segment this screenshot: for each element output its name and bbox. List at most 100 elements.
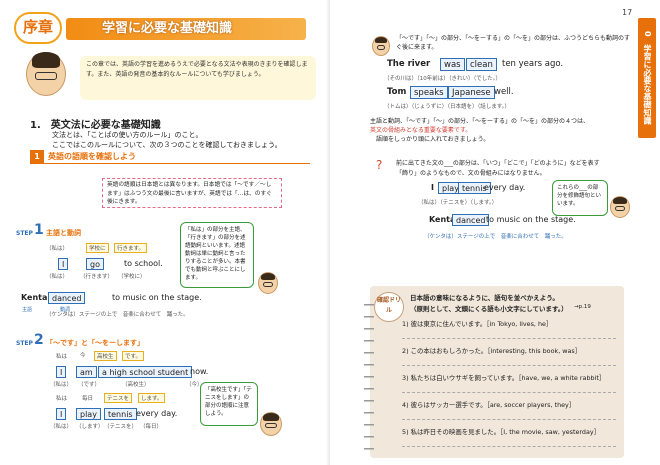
- s2r1-jp-3: 高校生: [94, 351, 117, 361]
- ex1-subject: The river: [387, 59, 431, 69]
- section-line-1: 文法とは、「ことばの使い方のルール」のこと。: [52, 131, 203, 139]
- step-1-title: 主語と動詞: [46, 229, 81, 237]
- note-subject-verb: 「私は」の部分を主語、「行きます」の部分を述語動詞といいます。述語動詞は単に動詞…: [180, 222, 254, 288]
- drill-q5: 5) 私は昨日その映画を見ました。［I, the movie, saw, yes…: [402, 428, 601, 436]
- ex2-verb: speaks: [410, 86, 448, 99]
- s2r1-jp-1: 私は: [56, 354, 68, 360]
- chapter-side-tab: 0 学習に必要な基礎知識: [638, 18, 656, 138]
- ex4-verb: danced: [452, 214, 490, 226]
- ex2-gloss: （トムは）（じょうずに）（日本語を）（話します。）: [384, 104, 510, 110]
- word-order-note: 英語の語順は日本語とは異なります。日本語では「～です／～します」はふつう文の最後…: [102, 178, 282, 208]
- ex1-gloss: （その川は）（10年前は）（きれい）（でした。）: [384, 76, 502, 82]
- bubble-modifier-note: これらの___の部分を修飾語句といいます。: [552, 180, 608, 216]
- ex3-gloss: （私は）（テニスを）（します。）: [418, 200, 498, 206]
- s2r2-jp-3: テニスを: [104, 393, 133, 403]
- s2r1-jp-4: です。: [122, 351, 144, 361]
- chapter-title: 学習に必要な基礎知識: [66, 18, 306, 40]
- step-1-number: 1: [34, 222, 44, 238]
- intro-box: この章では、英語の学習を進めるうえで必要となる文法や表現のきまりを確認します。ま…: [80, 56, 316, 100]
- ex1-rest: ten years ago.: [502, 59, 564, 69]
- label-subject: 主語: [22, 307, 33, 313]
- binder-rings: [364, 296, 374, 456]
- answer-line-5[interactable]: [402, 446, 616, 447]
- chapter-badge: 序章: [14, 12, 62, 44]
- s1-en-subject: I: [58, 258, 69, 270]
- s2r2-gl-1: （私は）: [50, 424, 73, 430]
- s2r2-jp-4: します。: [138, 393, 166, 403]
- girl-avatar-icon: [260, 412, 282, 436]
- ex1-verb: was: [440, 58, 465, 71]
- heading-bar: 1 英語の語順を確認しよう: [30, 150, 310, 164]
- chapter-header: 序章 学習に必要な基礎知識: [14, 12, 306, 44]
- right-p2-line-2: 英文の骨組みとなる重要な要素です。: [370, 127, 472, 134]
- section-line-2: ここではこのルールについて、次の３つのことを確認しておきましょう。: [52, 141, 282, 149]
- s2r1-gl-1: （私は）: [50, 382, 73, 388]
- s2r1-jp-2: 今: [80, 353, 86, 359]
- ex1-complement: clean: [466, 58, 497, 71]
- s2r2-jp-1: 私は: [56, 396, 68, 402]
- step-label: STEP: [16, 230, 33, 237]
- note-word-order: 「高校生です」「テニスをします」の部分の語順に注意しよう。: [200, 382, 258, 426]
- drill-q1: 1) 彼は東京に住んでいます。［in Tokyo, lives, he］: [402, 320, 553, 328]
- page-number: 17: [622, 8, 633, 17]
- drill-q4: 4) 彼らはサッカー選手です。［are, soccer players, the…: [402, 401, 576, 409]
- s2r1-en-4: now.: [190, 367, 209, 376]
- kenta-subject: Kenta: [21, 293, 48, 302]
- kenta-verb: danced: [48, 292, 86, 304]
- s2r2-en-2: play: [76, 408, 101, 420]
- section-title: 1. 英文法に必要な基礎知識: [30, 120, 161, 131]
- s2r2-jp-2: 毎日: [82, 396, 94, 402]
- answer-line-2[interactable]: [402, 365, 616, 366]
- question-intro-line-1: 前に出てきた文の___の部分は、「いつ」「どこで」「どのように」などを表す: [396, 160, 600, 167]
- drill-box: 確認ドリル 日本語の意味になるように、語句を並べかえよう。 （原則として、文頭に…: [364, 286, 624, 458]
- answer-line-4[interactable]: [402, 419, 616, 420]
- teacher-avatar-icon: [26, 52, 66, 96]
- s1-gl-1: （私は）: [46, 274, 69, 280]
- s2r2-gl-4: （毎日）: [140, 424, 163, 430]
- s1-jp-1: （私は）: [46, 246, 69, 252]
- right-intro: 「～です」「～」の部分、「～をーする」の「～を」の部分は、ふつうどちらも動詞のす…: [396, 35, 631, 51]
- ex2-object: Japanese: [448, 86, 495, 99]
- s2r1-en-3: a high school student: [98, 366, 193, 378]
- student-avatar-icon: [258, 272, 278, 294]
- s2r2-gl-3: （テニスを）: [104, 424, 138, 430]
- left-page: 序章 学習に必要な基礎知識 この章では、英語の学習を進めるうえで必要となる文法や…: [0, 0, 330, 465]
- right-p2-line-3: 語順をしっかり頭に入れておきましょう。: [376, 136, 490, 143]
- s2r2-gl-2: （します）: [76, 424, 104, 430]
- drill-q3: 3) 私たちは白いウサギを飼っています。［have, we, a white r…: [402, 374, 606, 382]
- step-2-title: 「～です」と「～をーします」: [46, 339, 144, 347]
- right-p2-line-1: 主語と動詞、「～です」「～」の部分、「～をーする」の「～を」の部分の４つは、: [370, 118, 590, 125]
- s2r1-gl-2: （です）: [78, 382, 101, 388]
- drill-page-ref: →p.19: [574, 304, 591, 310]
- s2r1-en-2: am: [76, 366, 97, 378]
- drill-badge: 確認ドリル: [374, 292, 404, 322]
- s1-gl-3: （学校に）: [118, 274, 146, 280]
- ex2-rest: well.: [494, 87, 514, 97]
- question-intro-line-2: 「飾り」のようなもので、文の骨組みにはなりません。: [396, 170, 546, 177]
- s2r2-en-1: I: [56, 408, 67, 420]
- answer-line-1[interactable]: [402, 338, 616, 339]
- step-2-number: 2: [34, 332, 44, 348]
- drill-instruction-1: 日本語の意味になるように、語句を並べかえよう。: [410, 294, 559, 302]
- answer-line-3[interactable]: [402, 392, 616, 393]
- heading-number: 1: [30, 150, 44, 163]
- s1-en-rest: to school.: [124, 259, 163, 268]
- kenta-rest: to music on the stage.: [112, 293, 202, 302]
- ex3-subject: I: [431, 183, 434, 192]
- ex4-gloss: （ケンタは）ステージの上で 音楽に合わせて 踊った。: [424, 234, 567, 240]
- ex2-subject: Tom: [387, 87, 407, 97]
- s1-en-verb: go: [86, 258, 104, 270]
- s1-jp-3: 行きます。: [114, 243, 147, 253]
- s2r1-gl-3: （高校生）: [122, 382, 150, 388]
- s2r2-en-3: tennis: [104, 408, 137, 420]
- drill-instruction-2: （原則として、文頭にくる語も小文字にしています。）: [410, 305, 568, 313]
- s1-jp-2: 学校に: [86, 243, 109, 253]
- s2r1-en-1: I: [56, 366, 67, 378]
- teacher-avatar-small-icon: [372, 36, 390, 56]
- kenta-gloss: （ケンタは）ステージの上で 音楽に合わせて 踊った。: [46, 312, 189, 318]
- teacher-avatar-right-icon: [610, 196, 630, 218]
- s1-gl-2: （行きます）: [80, 274, 114, 280]
- drill-q2: 2) この本はおもしろかった。［interesting, this book, …: [402, 347, 582, 355]
- step-label-2: STEP: [16, 340, 33, 347]
- heading-label: 英語の語順を確認しよう: [48, 152, 136, 161]
